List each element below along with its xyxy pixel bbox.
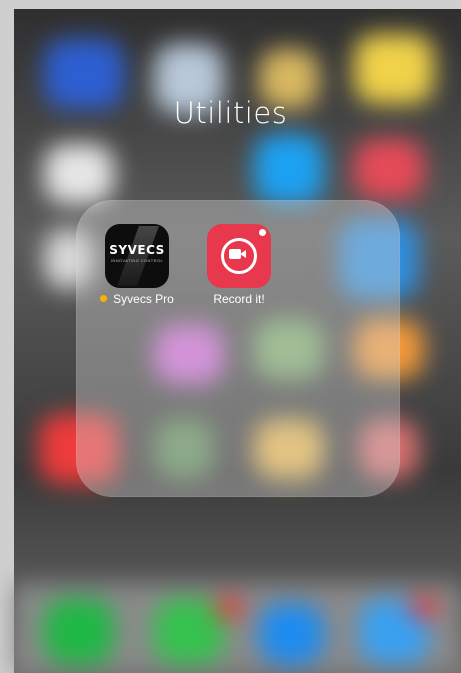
- blurred-badge: [409, 597, 439, 619]
- blurred-app-icon: [44, 144, 114, 204]
- notification-dot-icon: [100, 295, 108, 302]
- blurred-app-icon: [254, 134, 324, 204]
- app-name: Record it!: [213, 292, 265, 306]
- record-it-app-icon[interactable]: [207, 224, 271, 288]
- blurred-app-icon: [354, 139, 424, 199]
- syvecs-pro-app-icon[interactable]: SYVECS INNOVATING CONTROL: [105, 224, 169, 288]
- blurred-dock-icon: [259, 604, 324, 664]
- blurred-dock-icon: [44, 599, 114, 664]
- home-screen: Utilities SYVECS INNOVATING CONTROL Syve…: [0, 0, 461, 673]
- syvecs-logo-text: SYVECS: [109, 243, 165, 257]
- app-syvecs-pro[interactable]: SYVECS INNOVATING CONTROL Syvecs Pro: [92, 224, 182, 306]
- app-name: Syvecs Pro: [113, 292, 174, 306]
- app-label: Record it!: [194, 292, 284, 306]
- syvecs-logo-subtext: INNOVATING CONTROL: [110, 258, 164, 263]
- screenshot-border-top: [0, 0, 461, 9]
- app-record-it[interactable]: Record it!: [194, 224, 284, 306]
- blurred-app-icon: [354, 34, 434, 104]
- folder-title[interactable]: Utilities: [0, 96, 461, 130]
- video-camera-lens-icon: [240, 250, 246, 258]
- blurred-badge: [214, 597, 244, 619]
- record-indicator-icon: [259, 229, 266, 236]
- app-label: Syvecs Pro: [92, 292, 182, 306]
